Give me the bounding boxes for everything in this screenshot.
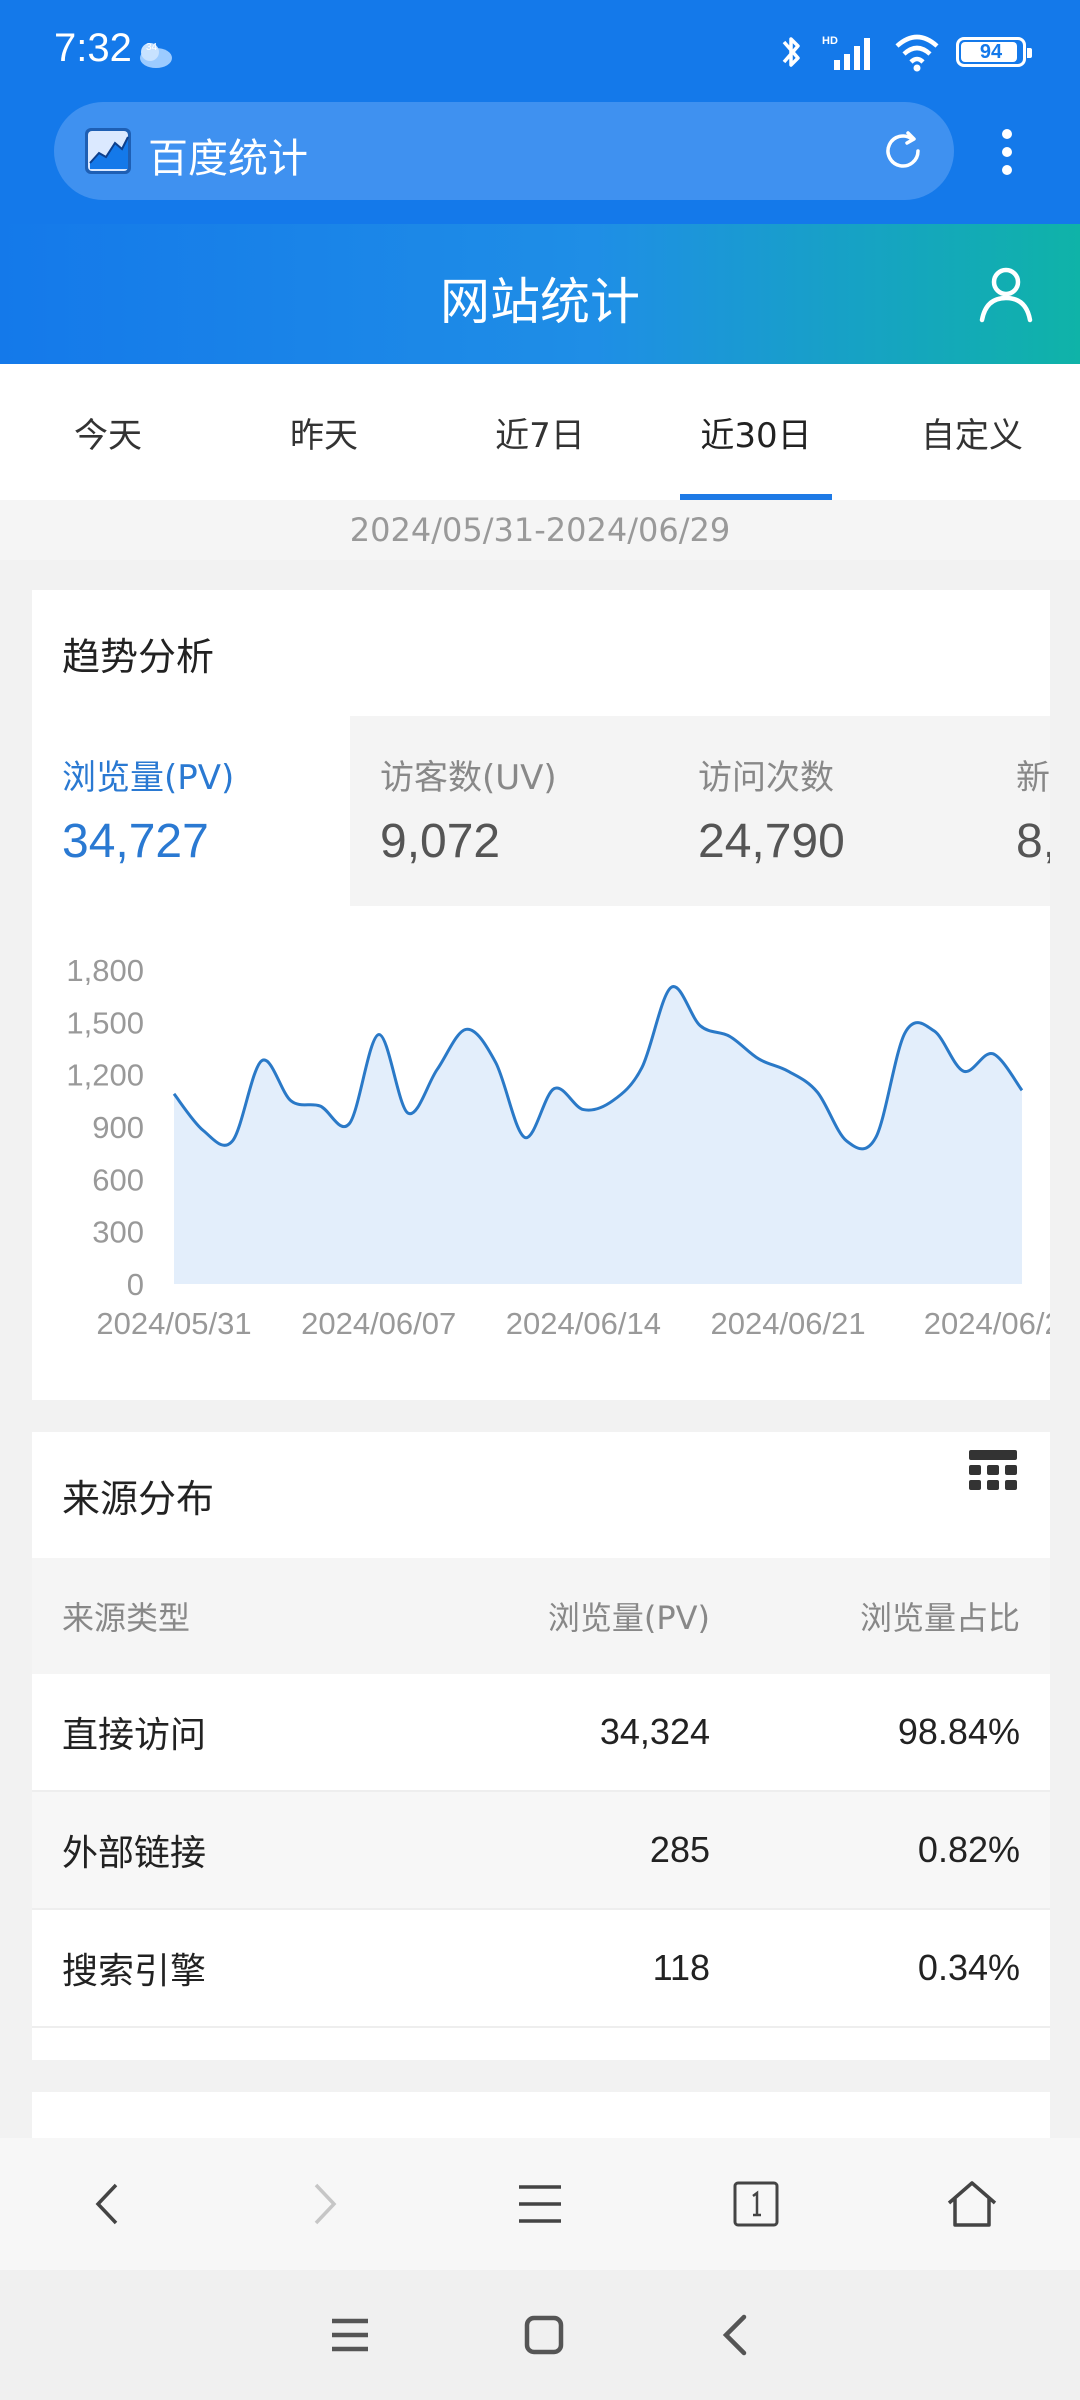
- source-pv: 118: [652, 1947, 710, 1988]
- status-icons: HD 94: [776, 30, 1032, 74]
- x-tick-label: 2024/05/31: [96, 1306, 251, 1341]
- table-header: 来源类型 浏览量(PV) 浏览量占比: [32, 1558, 1050, 1674]
- x-tick-label: 2024/06/14: [506, 1306, 661, 1341]
- chart-logo-icon: [85, 128, 131, 174]
- source-type: 外部链接: [62, 1833, 207, 1874]
- period-tabs: 今天 昨天 近7日 近30日 自定义: [0, 364, 1080, 500]
- page-tab-title: 百度统计: [148, 136, 308, 182]
- chevron-left-icon: [95, 2183, 118, 2225]
- page-title: 网站统计: [440, 273, 640, 331]
- tabs-count-icon: [733, 2181, 779, 2227]
- y-tick-label: 300: [92, 1215, 144, 1250]
- source-type: 搜索引擎: [62, 1951, 207, 1992]
- source-ratio: 0.34%: [917, 1947, 1020, 1988]
- x-tick-label: 2024/06/21: [710, 1306, 865, 1341]
- x-tick-label: 2024/06/2: [924, 1306, 1050, 1341]
- reload-icon[interactable]: [880, 128, 926, 174]
- home-icon: [947, 2181, 997, 2227]
- y-tick-label: 1,500: [66, 1005, 144, 1040]
- metric-tabs: 浏览量(PV) 34,727 访客数(UV) 9,072 访问次数 24,790…: [32, 716, 1050, 906]
- metric-value: 9,072: [380, 815, 501, 868]
- column-header: 浏览量占比: [859, 1599, 1020, 1637]
- metric-label: 浏览量(PV): [62, 758, 235, 798]
- source-ratio: 98.84%: [897, 1711, 1020, 1752]
- tab-last-30-days[interactable]: 近30日: [648, 364, 864, 500]
- trend-card: 趋势分析 浏览量(PV) 34,727 访客数(UV) 9,072 访问次数 2…: [32, 590, 1050, 1400]
- status-bar: 7:32 34 HD 94: [0, 0, 1080, 100]
- grid-icon[interactable]: [966, 1446, 1020, 1500]
- browser-toolbar: [0, 2138, 1080, 2270]
- tab-last-7-days[interactable]: 近7日: [432, 364, 648, 500]
- metric-label: 访问次数: [698, 758, 834, 798]
- weather-icon: 34: [140, 42, 172, 68]
- y-tick-label: 1,800: [66, 953, 144, 988]
- column-header: 来源类型: [62, 1599, 191, 1637]
- trend-title: 趋势分析: [62, 635, 215, 679]
- metric-visits[interactable]: 访问次数 24,790: [668, 716, 986, 906]
- system-back-icon[interactable]: [716, 2311, 752, 2359]
- metric-value: 8,: [1016, 815, 1050, 868]
- system-nav-bar: [0, 2270, 1080, 2400]
- network-label: HD: [822, 35, 838, 47]
- battery-icon: 94: [956, 37, 1032, 67]
- source-type: 直接访问: [62, 1715, 207, 1756]
- user-icon[interactable]: [976, 264, 1036, 324]
- source-card: 来源分布 来源类型 浏览量(PV) 浏览量占比 直接访问 34,324 98.8…: [32, 1432, 1050, 2060]
- column-header: 浏览量(PV): [547, 1599, 710, 1637]
- y-tick-label: 0: [127, 1267, 144, 1302]
- signal-icon: HD: [822, 35, 870, 70]
- source-ratio: 0.82%: [917, 1829, 1020, 1870]
- y-tick-label: 900: [92, 1110, 144, 1145]
- wifi-icon: [895, 34, 939, 72]
- tabs-button[interactable]: [648, 2138, 864, 2270]
- forward-button[interactable]: [216, 2138, 432, 2270]
- metric-label: 访客数(UV): [380, 758, 557, 798]
- bluetooth-icon: [782, 37, 800, 67]
- more-vertical-icon[interactable]: [992, 126, 1022, 178]
- tab-custom[interactable]: 自定义: [864, 364, 1080, 500]
- status-time: 7:32: [54, 26, 132, 70]
- table-row[interactable]: 搜索引擎 118 0.34%: [32, 1910, 1050, 2028]
- x-tick-label: 2024/06/07: [301, 1306, 456, 1341]
- menu-icon: [519, 2185, 561, 2223]
- metric-value: 24,790: [698, 815, 845, 868]
- chevron-right-icon: [314, 2183, 337, 2225]
- metric-new[interactable]: 新 8,: [986, 716, 1050, 906]
- weather-temp: 34: [146, 42, 158, 53]
- back-button[interactable]: [0, 2138, 216, 2270]
- page-header: 网站统计: [0, 224, 1080, 364]
- y-tick-label: 600: [92, 1162, 144, 1197]
- tab-today[interactable]: 今天: [0, 364, 216, 500]
- home-square-icon[interactable]: [522, 2313, 566, 2357]
- metric-label: 新: [1016, 758, 1050, 798]
- trend-chart: 0 300 600 900 1,200 1,500 1,800 2024/05/31 2024/…: [66, 953, 1050, 1341]
- pv-area: [174, 986, 1022, 1284]
- y-tick-label: 1,200: [66, 1058, 144, 1093]
- battery-level: 94: [979, 40, 1003, 63]
- menu-button[interactable]: [432, 2138, 648, 2270]
- source-pv: 285: [649, 1829, 710, 1870]
- table-row[interactable]: 外部链接 285 0.82%: [32, 1792, 1050, 1910]
- metric-value: 34,727: [62, 815, 209, 868]
- home-button[interactable]: [864, 2138, 1080, 2270]
- table-row[interactable]: 直接访问 34,324 98.84%: [32, 1674, 1050, 1792]
- tab-yesterday[interactable]: 昨天: [216, 364, 432, 500]
- metric-uv[interactable]: 访客数(UV) 9,072: [350, 716, 668, 906]
- source-title: 来源分布: [62, 1477, 215, 1521]
- recent-apps-icon[interactable]: [328, 2315, 372, 2355]
- date-range: 2024/05/31-2024/06/29: [0, 500, 1080, 560]
- source-pv: 34,324: [599, 1711, 710, 1752]
- metric-pv[interactable]: 浏览量(PV) 34,727: [32, 716, 350, 906]
- address-bar[interactable]: 百度统计: [54, 102, 954, 200]
